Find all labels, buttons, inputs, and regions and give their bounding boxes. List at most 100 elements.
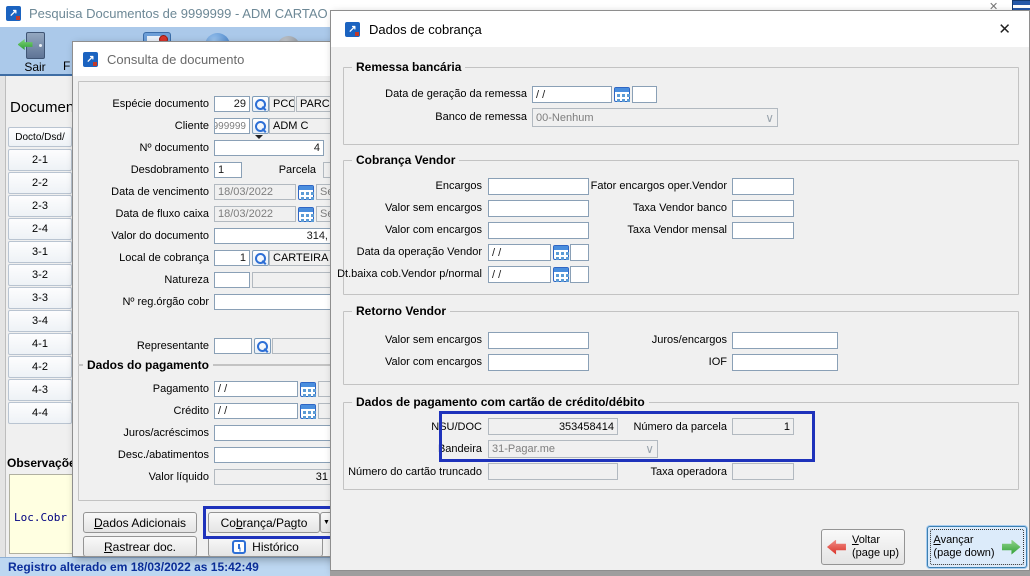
venc-input[interactable]: 18/03/2022 bbox=[214, 184, 296, 200]
document-list-item[interactable]: 3-4 bbox=[8, 310, 72, 332]
document-list-header[interactable]: Docto/Dsd/ bbox=[8, 127, 72, 147]
cartao-legend: Dados de pagamento com cartão de crédito… bbox=[352, 395, 649, 409]
app-icon: ↗ bbox=[6, 6, 21, 21]
nsu-field: 353458414 bbox=[488, 418, 618, 435]
desc-input[interactable] bbox=[214, 447, 332, 463]
remessa-legend: Remessa bancária bbox=[352, 60, 465, 74]
cliente-label: Cliente bbox=[175, 120, 209, 132]
cliente-code-input[interactable]: 9999999 bbox=[214, 118, 250, 134]
document-list-item[interactable]: 3-3 bbox=[8, 287, 72, 309]
taxa-vendor-mensal-input[interactable] bbox=[732, 222, 794, 239]
iof-label: IOF bbox=[709, 356, 727, 368]
main-window-title: Pesquisa Documentos de 9999999 - ADM CAR… bbox=[29, 6, 328, 21]
fluxo-input[interactable]: 18/03/2022 bbox=[214, 206, 296, 222]
back-arrow-icon bbox=[827, 540, 846, 555]
document-list-item[interactable]: 4-1 bbox=[8, 333, 72, 355]
num-doc-input[interactable]: 4 bbox=[214, 140, 324, 156]
valor-liq-field: 31 bbox=[214, 469, 332, 485]
banco-remessa-label: Banco de remessa bbox=[435, 111, 527, 123]
document-list-item[interactable]: 3-2 bbox=[8, 264, 72, 286]
dt-baixa-calendar-icon[interactable] bbox=[553, 267, 569, 282]
pagamento-calendar-icon[interactable] bbox=[300, 382, 316, 397]
historico-button[interactable]: Histórico bbox=[208, 536, 323, 557]
taxa-vendor-mensal-label: Taxa Vendor mensal bbox=[627, 224, 727, 236]
valor-sem-encargos-input[interactable] bbox=[488, 200, 589, 217]
taxa-operadora-label: Taxa operadora bbox=[651, 466, 727, 478]
fluxo-label: Data de fluxo caixa bbox=[115, 208, 209, 220]
numero-parcela-label: Número da parcela bbox=[633, 421, 727, 433]
local-code-input[interactable]: 1 bbox=[214, 250, 250, 266]
cartao-truncado-field[interactable] bbox=[488, 463, 618, 480]
especie-code-input[interactable]: 29 bbox=[214, 96, 250, 112]
document-list-item[interactable]: 2-1 bbox=[8, 149, 72, 171]
data-geracao-input[interactable]: / / bbox=[532, 86, 612, 103]
representante-input[interactable] bbox=[214, 338, 252, 354]
iof-input[interactable] bbox=[732, 354, 838, 371]
juros-input[interactable] bbox=[214, 425, 332, 441]
sair-button[interactable]: Sair bbox=[8, 30, 62, 74]
cliente-search-button[interactable] bbox=[252, 118, 269, 134]
chevron-down-icon: ∨ bbox=[645, 443, 654, 455]
document-list-item[interactable]: 3-1 bbox=[8, 241, 72, 263]
fator-encargos-input[interactable] bbox=[732, 178, 794, 195]
credito-input[interactable]: / / bbox=[214, 403, 298, 419]
document-list-item[interactable]: 4-3 bbox=[8, 379, 72, 401]
voltar-button[interactable]: Voltar (page up) bbox=[821, 529, 905, 565]
background-strip bbox=[330, 571, 1030, 576]
partial-toolbar-button-label[interactable]: F bbox=[63, 59, 70, 73]
encargos-input[interactable] bbox=[488, 178, 589, 195]
dados-title: Dados de cobrança bbox=[369, 22, 482, 37]
dados-adicionais-button[interactable]: Dados Adicionais bbox=[83, 512, 197, 533]
pagamento-label: Pagamento bbox=[153, 383, 209, 395]
data-geracao-label: Data de geração da remessa bbox=[385, 88, 527, 100]
cobranca-pagto-button[interactable]: Cobrança/Pagto bbox=[208, 512, 320, 533]
dt-baixa-input[interactable]: / / bbox=[488, 266, 551, 283]
desdobramento-input[interactable]: 1 bbox=[214, 162, 242, 178]
avancar-button[interactable]: Avançar (page down) bbox=[927, 526, 1027, 568]
banco-remessa-combo[interactable]: 00-Nenhum ∨ bbox=[532, 108, 778, 127]
valor-com-encargos-input[interactable] bbox=[488, 222, 589, 239]
document-list-item[interactable]: 4-4 bbox=[8, 402, 72, 424]
close-icon[interactable]: ✕ bbox=[998, 20, 1011, 38]
desdobramento-label: Desdobramento bbox=[131, 164, 209, 176]
local-search-button[interactable] bbox=[252, 250, 269, 266]
local-label: Local de cobrança bbox=[119, 252, 209, 264]
natureza-input[interactable] bbox=[214, 272, 250, 288]
cliente-dropdown-arrow-icon[interactable] bbox=[255, 135, 263, 139]
venc-calendar-icon[interactable] bbox=[298, 185, 314, 200]
sair-label: Sair bbox=[24, 60, 45, 74]
dropdown-arrow-icon: ▼ bbox=[323, 519, 330, 526]
data-geracao-calendar-icon[interactable] bbox=[614, 87, 630, 102]
fluxo-calendar-icon[interactable] bbox=[298, 207, 314, 222]
juros-label: Juros/acréscimos bbox=[123, 427, 209, 439]
credito-label: Crédito bbox=[174, 405, 209, 417]
venc-label: Data de vencimento bbox=[111, 186, 209, 198]
taxa-operadora-field[interactable] bbox=[732, 463, 794, 480]
valor-doc-input[interactable]: 314, bbox=[214, 228, 332, 244]
juros-encargos-input[interactable] bbox=[732, 332, 838, 349]
clock-icon bbox=[232, 540, 246, 554]
valor-sem-encargos-label: Valor sem encargos bbox=[385, 202, 482, 214]
bandeira-combo[interactable]: 31-Pagar.me ∨ bbox=[488, 440, 658, 458]
taxa-vendor-banco-input[interactable] bbox=[732, 200, 794, 217]
retorno-valor-sem-input[interactable] bbox=[488, 332, 589, 349]
representante-label: Representante bbox=[137, 340, 209, 352]
especie-search-button[interactable] bbox=[252, 96, 269, 112]
pagamento-input[interactable]: / / bbox=[214, 381, 298, 397]
document-list-item[interactable]: 4-2 bbox=[8, 356, 72, 378]
natureza-label: Natureza bbox=[164, 274, 209, 286]
num-reg-input[interactable] bbox=[214, 294, 332, 310]
data-operacao-input[interactable]: / / bbox=[488, 244, 551, 261]
rastrear-doc-button[interactable]: Rastrear doc. bbox=[83, 536, 197, 557]
retorno-valor-com-input[interactable] bbox=[488, 354, 589, 371]
document-list-item[interactable]: 2-2 bbox=[8, 172, 72, 194]
especie-label: Espécie documento bbox=[112, 98, 209, 110]
num-doc-label: Nº documento bbox=[140, 142, 209, 154]
data-operacao-calendar-icon[interactable] bbox=[553, 245, 569, 260]
representante-search-button[interactable] bbox=[254, 338, 271, 354]
consulta-dialog-icon: ↗ bbox=[83, 52, 98, 67]
document-list-item[interactable]: 2-3 bbox=[8, 195, 72, 217]
cobranca-vendor-legend: Cobrança Vendor bbox=[352, 153, 459, 167]
document-list-item[interactable]: 2-4 bbox=[8, 218, 72, 240]
credito-calendar-icon[interactable] bbox=[300, 404, 316, 419]
